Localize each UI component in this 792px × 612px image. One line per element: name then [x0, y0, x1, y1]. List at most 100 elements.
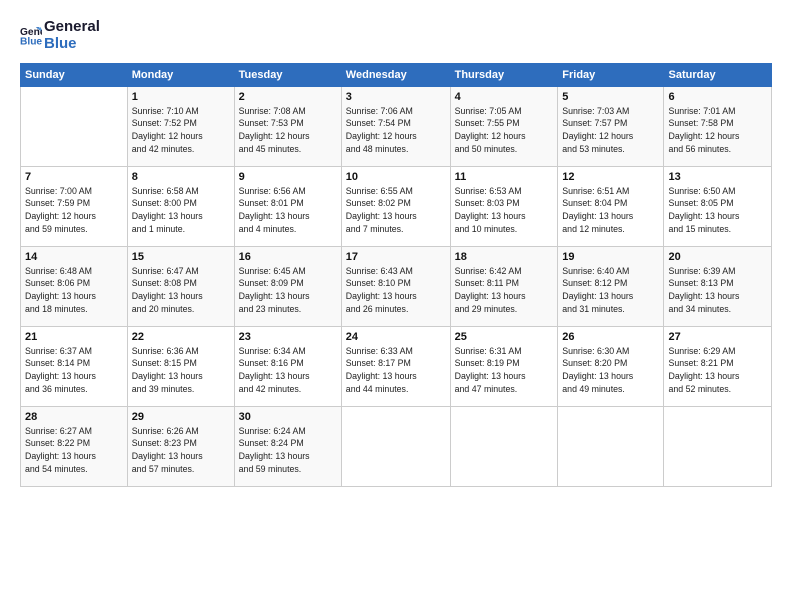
logo-icon: General Blue: [20, 24, 42, 46]
calendar-page: General Blue General Blue SundayMondayTu…: [0, 0, 792, 612]
calendar-week-row: 28 Sunrise: 6:27 AMSunset: 8:22 PMDayligh…: [21, 406, 772, 486]
day-info: Sunrise: 6:26 AMSunset: 8:23 PMDaylight:…: [132, 425, 230, 476]
day-info: Sunrise: 7:01 AMSunset: 7:58 PMDaylight:…: [668, 105, 767, 156]
day-info: Sunrise: 6:56 AMSunset: 8:01 PMDaylight:…: [239, 185, 337, 236]
calendar-cell: 10 Sunrise: 6:55 AMSunset: 8:02 PMDayligh…: [341, 166, 450, 246]
day-info: Sunrise: 6:40 AMSunset: 8:12 PMDaylight:…: [562, 265, 659, 316]
weekday-header-sunday: Sunday: [21, 63, 128, 86]
day-number: 16: [239, 251, 337, 263]
calendar-cell: 11 Sunrise: 6:53 AMSunset: 8:03 PMDayligh…: [450, 166, 558, 246]
day-number: 27: [668, 331, 767, 343]
day-info: Sunrise: 6:39 AMSunset: 8:13 PMDaylight:…: [668, 265, 767, 316]
calendar-cell: 18 Sunrise: 6:42 AMSunset: 8:11 PMDayligh…: [450, 246, 558, 326]
calendar-cell: 21 Sunrise: 6:37 AMSunset: 8:14 PMDayligh…: [21, 326, 128, 406]
day-number: 8: [132, 171, 230, 183]
day-number: 21: [25, 331, 123, 343]
day-info: Sunrise: 7:00 AMSunset: 7:59 PMDaylight:…: [25, 185, 123, 236]
calendar-week-row: 7 Sunrise: 7:00 AMSunset: 7:59 PMDaylight…: [21, 166, 772, 246]
day-number: 10: [346, 171, 446, 183]
calendar-cell: 2Sunrise: 7:08 AMSunset: 7:53 PMDaylight…: [234, 86, 341, 166]
logo-blue: Blue: [44, 35, 100, 52]
day-number: 20: [668, 251, 767, 263]
calendar-cell: 27Sunrise: 6:29 AMSunset: 8:21 PMDayligh…: [664, 326, 772, 406]
day-info: Sunrise: 6:27 AMSunset: 8:22 PMDaylight:…: [25, 425, 123, 476]
calendar-cell: 7 Sunrise: 7:00 AMSunset: 7:59 PMDaylight…: [21, 166, 128, 246]
calendar-table: SundayMondayTuesdayWednesdayThursdayFrid…: [20, 63, 772, 487]
logo: General Blue General Blue: [20, 18, 100, 53]
calendar-cell: 14 Sunrise: 6:48 AMSunset: 8:06 PMDayligh…: [21, 246, 128, 326]
day-number: 24: [346, 331, 446, 343]
day-info: Sunrise: 6:55 AMSunset: 8:02 PMDaylight:…: [346, 185, 446, 236]
day-info: Sunrise: 6:50 AMSunset: 8:05 PMDaylight:…: [668, 185, 767, 236]
day-number: 22: [132, 331, 230, 343]
day-number: 15: [132, 251, 230, 263]
day-info: Sunrise: 7:10 AMSunset: 7:52 PMDaylight:…: [132, 105, 230, 156]
day-number: 29: [132, 411, 230, 423]
calendar-cell: 12 Sunrise: 6:51 AMSunset: 8:04 PMDayligh…: [558, 166, 664, 246]
day-number: 14: [25, 251, 123, 263]
weekday-header-tuesday: Tuesday: [234, 63, 341, 86]
day-info: Sunrise: 6:36 AMSunset: 8:15 PMDaylight:…: [132, 345, 230, 396]
day-number: 4: [455, 91, 554, 103]
day-number: 5: [562, 91, 659, 103]
day-info: Sunrise: 6:37 AMSunset: 8:14 PMDaylight:…: [25, 345, 123, 396]
header: General Blue General Blue: [20, 18, 772, 53]
calendar-cell: 1Sunrise: 7:10 AMSunset: 7:52 PMDaylight…: [127, 86, 234, 166]
day-info: Sunrise: 6:42 AMSunset: 8:11 PMDaylight:…: [455, 265, 554, 316]
weekday-header-saturday: Saturday: [664, 63, 772, 86]
calendar-cell: 23Sunrise: 6:34 AMSunset: 8:16 PMDayligh…: [234, 326, 341, 406]
day-info: Sunrise: 7:06 AMSunset: 7:54 PMDaylight:…: [346, 105, 446, 156]
calendar-cell: 29 Sunrise: 6:26 AMSunset: 8:23 PMDayligh…: [127, 406, 234, 486]
day-info: Sunrise: 6:45 AMSunset: 8:09 PMDaylight:…: [239, 265, 337, 316]
weekday-header-friday: Friday: [558, 63, 664, 86]
calendar-cell: 17 Sunrise: 6:43 AMSunset: 8:10 PMDayligh…: [341, 246, 450, 326]
calendar-cell: 30 Sunrise: 6:24 AMSunset: 8:24 PMDayligh…: [234, 406, 341, 486]
day-number: 23: [239, 331, 337, 343]
day-number: 3: [346, 91, 446, 103]
day-info: Sunrise: 6:47 AMSunset: 8:08 PMDaylight:…: [132, 265, 230, 316]
calendar-week-row: 1Sunrise: 7:10 AMSunset: 7:52 PMDaylight…: [21, 86, 772, 166]
calendar-cell: 9 Sunrise: 6:56 AMSunset: 8:01 PMDaylight…: [234, 166, 341, 246]
day-number: 9: [239, 171, 337, 183]
calendar-cell: 16 Sunrise: 6:45 AMSunset: 8:09 PMDayligh…: [234, 246, 341, 326]
weekday-header-thursday: Thursday: [450, 63, 558, 86]
day-info: Sunrise: 6:43 AMSunset: 8:10 PMDaylight:…: [346, 265, 446, 316]
day-number: 18: [455, 251, 554, 263]
day-number: 13: [668, 171, 767, 183]
day-number: 30: [239, 411, 337, 423]
calendar-cell: [664, 406, 772, 486]
day-info: Sunrise: 6:31 AMSunset: 8:19 PMDaylight:…: [455, 345, 554, 396]
day-info: Sunrise: 6:58 AMSunset: 8:00 PMDaylight:…: [132, 185, 230, 236]
day-info: Sunrise: 6:24 AMSunset: 8:24 PMDaylight:…: [239, 425, 337, 476]
calendar-cell: 20 Sunrise: 6:39 AMSunset: 8:13 PMDayligh…: [664, 246, 772, 326]
day-info: Sunrise: 6:53 AMSunset: 8:03 PMDaylight:…: [455, 185, 554, 236]
calendar-week-row: 21 Sunrise: 6:37 AMSunset: 8:14 PMDayligh…: [21, 326, 772, 406]
calendar-cell: 3 Sunrise: 7:06 AMSunset: 7:54 PMDaylight…: [341, 86, 450, 166]
day-number: 11: [455, 171, 554, 183]
calendar-cell: 13 Sunrise: 6:50 AMSunset: 8:05 PMDayligh…: [664, 166, 772, 246]
day-info: Sunrise: 6:51 AMSunset: 8:04 PMDaylight:…: [562, 185, 659, 236]
weekday-header-wednesday: Wednesday: [341, 63, 450, 86]
calendar-cell: [341, 406, 450, 486]
svg-text:Blue: Blue: [20, 37, 42, 47]
day-info: Sunrise: 6:33 AMSunset: 8:17 PMDaylight:…: [346, 345, 446, 396]
day-info: Sunrise: 6:30 AMSunset: 8:20 PMDaylight:…: [562, 345, 659, 396]
day-info: Sunrise: 7:03 AMSunset: 7:57 PMDaylight:…: [562, 105, 659, 156]
weekday-header-monday: Monday: [127, 63, 234, 86]
logo-general: General: [44, 18, 100, 35]
calendar-cell: 4Sunrise: 7:05 AMSunset: 7:55 PMDaylight…: [450, 86, 558, 166]
calendar-cell: 6Sunrise: 7:01 AMSunset: 7:58 PMDaylight…: [664, 86, 772, 166]
day-number: 7: [25, 171, 123, 183]
day-number: 17: [346, 251, 446, 263]
calendar-cell: 8 Sunrise: 6:58 AMSunset: 8:00 PMDaylight…: [127, 166, 234, 246]
calendar-cell: [450, 406, 558, 486]
day-number: 12: [562, 171, 659, 183]
calendar-cell: 22 Sunrise: 6:36 AMSunset: 8:15 PMDayligh…: [127, 326, 234, 406]
calendar-cell: 5 Sunrise: 7:03 AMSunset: 7:57 PMDaylight…: [558, 86, 664, 166]
day-number: 2: [239, 91, 337, 103]
day-number: 19: [562, 251, 659, 263]
weekday-header-row: SundayMondayTuesdayWednesdayThursdayFrid…: [21, 63, 772, 86]
calendar-cell: 28 Sunrise: 6:27 AMSunset: 8:22 PMDayligh…: [21, 406, 128, 486]
day-number: 28: [25, 411, 123, 423]
day-info: Sunrise: 6:48 AMSunset: 8:06 PMDaylight:…: [25, 265, 123, 316]
